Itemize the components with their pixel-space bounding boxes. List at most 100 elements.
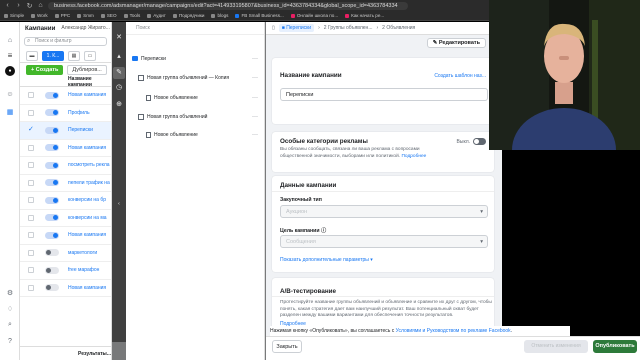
campaign-name-link[interactable]: маркетологи: [68, 250, 97, 256]
campaign-name-link[interactable]: пепели трафик на: [68, 180, 110, 186]
info-icon[interactable]: ⓘ: [321, 228, 326, 234]
account-selector[interactable]: Александр Жирато...: [61, 25, 109, 31]
status-toggle[interactable]: [45, 284, 59, 292]
create-button[interactable]: + Создать: [26, 65, 64, 75]
panel-toggle-icon[interactable]: ▯: [272, 25, 275, 31]
help-icon[interactable]: ?: [5, 336, 15, 346]
status-toggle[interactable]: [45, 231, 59, 239]
special-categories-toggle[interactable]: [473, 138, 486, 145]
tree-item-adset[interactable]: Новая группа объявлений ···: [138, 110, 262, 123]
breadcrumb-ads[interactable]: 2 Объявления: [382, 25, 415, 31]
breadcrumb-campaign[interactable]: ■ Переписки: [278, 24, 315, 32]
more-icon[interactable]: ···: [252, 95, 258, 101]
bookmark[interactable]: Как начать ре...: [345, 13, 384, 18]
campaign-name-link[interactable]: Новая кампания: [68, 92, 106, 98]
collapse-icon[interactable]: ‹: [115, 200, 123, 208]
row-checkbox[interactable]: ✓: [28, 126, 34, 133]
status-toggle[interactable]: [45, 266, 59, 274]
campaign-name-link[interactable]: Переписки: [68, 127, 93, 133]
row-checkbox[interactable]: [28, 162, 34, 169]
status-toggle[interactable]: [45, 249, 59, 257]
table-row[interactable]: free марафон: [20, 262, 111, 280]
row-checkbox[interactable]: [28, 179, 34, 186]
campaign-name-link[interactable]: Новая кампания: [68, 232, 106, 238]
publish-button[interactable]: Опубликовать: [593, 340, 637, 353]
campaign-goal-select[interactable]: Сообщения ▾: [280, 235, 488, 248]
campaign-name-link[interactable]: free марафон: [68, 267, 99, 273]
status-toggle[interactable]: [45, 214, 59, 222]
row-checkbox[interactable]: [28, 197, 34, 204]
row-checkbox[interactable]: [28, 232, 34, 239]
table-row[interactable]: Новая кампания: [20, 227, 111, 245]
row-checkbox[interactable]: [28, 144, 34, 151]
tab-campaigns[interactable]: 1. К...: [42, 50, 64, 61]
more-icon[interactable]: ···: [252, 114, 258, 120]
url-field[interactable]: business.facebook.com/adsmanager/manage/…: [48, 1, 408, 10]
tab-adsets[interactable]: ▦: [68, 50, 80, 61]
bookmark[interactable]: SEO: [100, 13, 117, 18]
bookmark[interactable]: Tools: [123, 13, 140, 18]
emoji-icon[interactable]: ☺: [5, 89, 15, 99]
table-row[interactable]: конверсии на бр: [20, 192, 111, 210]
row-checkbox[interactable]: [28, 267, 34, 274]
column-header[interactable]: Название кампании: [20, 76, 111, 88]
bookmark[interactable]: blogs: [211, 13, 228, 18]
create-template-link[interactable]: Создать шаблон наз...: [434, 73, 486, 79]
more-icon[interactable]: ···: [252, 75, 258, 81]
breadcrumb-adsets[interactable]: 2 Группы объявлен...: [324, 25, 373, 31]
campaign-name-link[interactable]: Новая кампания: [68, 285, 106, 291]
bookmark[interactable]: PPC: [54, 13, 70, 18]
table-row[interactable]: Новая кампания: [20, 87, 111, 105]
row-checkbox[interactable]: [28, 92, 34, 99]
menu-icon[interactable]: ≡: [5, 50, 15, 60]
grid-icon[interactable]: ▦: [5, 107, 15, 117]
status-toggle[interactable]: [45, 109, 59, 117]
table-row[interactable]: маркетологи: [20, 245, 111, 262]
status-toggle[interactable]: [45, 196, 59, 204]
table-row[interactable]: пепели трафик на: [20, 175, 111, 192]
campaign-name-link[interactable]: Новая кампания: [68, 145, 106, 151]
tree-item-adset[interactable]: Новая группа объявлений — Копия ···: [138, 71, 262, 84]
campaign-name-link[interactable]: Профиль: [68, 110, 90, 116]
row-checkbox[interactable]: [28, 214, 34, 221]
table-row[interactable]: Новая кампания: [20, 140, 111, 157]
campaign-name-link[interactable]: конверсии на бр: [68, 197, 106, 203]
bookmark[interactable]: Онлайн школа по...: [290, 13, 338, 18]
duplicate-button[interactable]: Дублиров...: [67, 65, 107, 75]
reload-icon[interactable]: ↻: [26, 2, 33, 10]
clock-icon[interactable]: ◷: [115, 84, 123, 92]
bookmark[interactable]: Аудит: [147, 13, 166, 18]
close-icon[interactable]: ✕: [115, 34, 123, 42]
bookmark[interactable]: Simple: [4, 13, 24, 18]
settings-icon[interactable]: ⚙: [5, 288, 15, 298]
tab-ads[interactable]: ▭: [84, 50, 96, 61]
campaign-name-field[interactable]: Переписки: [280, 88, 488, 101]
tree-item-ad[interactable]: Новое объявление ···: [146, 128, 262, 141]
bookmark[interactable]: FB Small Business...: [235, 13, 284, 18]
status-toggle[interactable]: [45, 126, 59, 134]
bell-icon[interactable]: ♢: [5, 304, 15, 314]
search-input[interactable]: ⌕ Поиск и фильтр: [24, 37, 107, 46]
tree-item-campaign[interactable]: Переписки ···: [132, 52, 262, 65]
status-toggle[interactable]: [45, 179, 59, 187]
pencil-icon[interactable]: ✎: [113, 67, 125, 79]
row-checkbox[interactable]: [28, 109, 34, 116]
search-icon[interactable]: ⌕: [5, 320, 15, 330]
avatar[interactable]: ●: [5, 66, 15, 76]
table-row[interactable]: конверсии на ма: [20, 210, 111, 227]
bookmark[interactable]: Smm: [77, 13, 94, 18]
close-button[interactable]: Закрыть: [272, 340, 302, 353]
status-toggle[interactable]: [45, 144, 59, 152]
table-row[interactable]: ✓ Переписки: [20, 122, 111, 140]
bookmark[interactable]: Подрядчики: [172, 13, 204, 18]
campaign-name-link[interactable]: конверсии на ма: [68, 215, 107, 221]
more-icon[interactable]: ···: [252, 56, 258, 62]
forward-icon[interactable]: ›: [15, 2, 22, 9]
status-toggle[interactable]: [45, 91, 59, 99]
row-checkbox[interactable]: [28, 249, 34, 256]
terms-link[interactable]: Условиями и Руководством по рекламе Face…: [396, 328, 511, 334]
table-row[interactable]: Новая кампания: [20, 280, 111, 297]
buy-type-select[interactable]: Аукцион ▾: [280, 205, 488, 218]
show-more-link[interactable]: Показать дополнительные параметры ▾: [280, 257, 373, 263]
row-checkbox[interactable]: [28, 284, 34, 291]
